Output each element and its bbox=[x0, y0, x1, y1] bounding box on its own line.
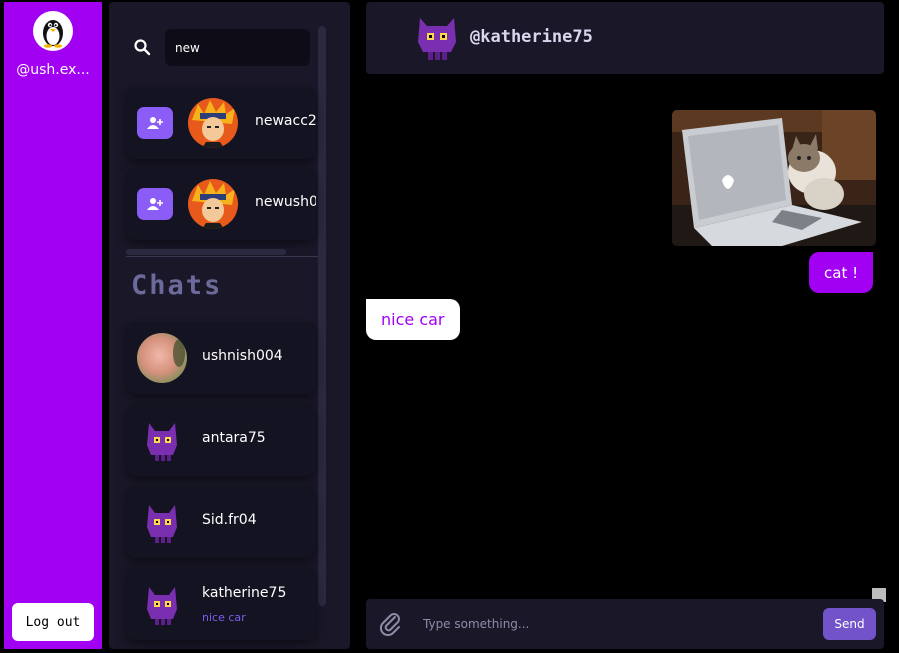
results-scrollbar[interactable] bbox=[126, 249, 286, 255]
avatar bbox=[137, 333, 187, 383]
panel-scrollbar[interactable] bbox=[318, 26, 326, 606]
add-user-icon bbox=[147, 198, 163, 210]
anime-avatar-icon bbox=[188, 98, 238, 148]
add-friend-button[interactable] bbox=[137, 188, 173, 220]
cat-laptop-image bbox=[672, 110, 876, 246]
chat-name: antara75 bbox=[202, 430, 266, 446]
current-username: @ush.ex... bbox=[16, 62, 90, 78]
chat-last-message: nice car bbox=[202, 611, 246, 624]
search-result-name: newacc2 bbox=[255, 113, 316, 129]
chat-name: katherine75 bbox=[202, 585, 287, 601]
add-user-icon bbox=[147, 117, 163, 129]
divider bbox=[126, 256, 318, 257]
skull-cat-icon bbox=[147, 505, 177, 543]
chat-list-item[interactable]: Sid.fr04 bbox=[126, 486, 316, 558]
skull-cat-icon bbox=[147, 587, 177, 625]
conversation-title: @katherine75 bbox=[470, 27, 593, 47]
add-friend-button[interactable] bbox=[137, 107, 173, 139]
chat-list-item[interactable]: ushnish004 bbox=[126, 322, 316, 394]
avatar bbox=[137, 497, 187, 547]
send-button[interactable]: Send bbox=[823, 608, 876, 640]
avatar bbox=[188, 98, 238, 148]
conversation-header: @katherine75 bbox=[366, 2, 884, 74]
search-result[interactable]: newush0 bbox=[126, 168, 316, 240]
contacts-panel: newacc2 bbox=[109, 2, 350, 649]
user-avatar[interactable] bbox=[33, 11, 73, 51]
incoming-message: nice car bbox=[366, 299, 460, 340]
message-composer: Send bbox=[366, 599, 884, 649]
avatar bbox=[137, 579, 187, 629]
avatar bbox=[188, 179, 238, 229]
skull-cat-icon bbox=[147, 423, 177, 461]
search-result[interactable]: newacc2 bbox=[126, 87, 316, 159]
search-icon bbox=[133, 38, 151, 56]
chat-list-item[interactable]: antara75 bbox=[126, 404, 316, 476]
message-image[interactable] bbox=[672, 110, 876, 246]
chats-heading: Chats bbox=[131, 270, 223, 301]
logout-button[interactable]: Log out bbox=[12, 603, 94, 641]
penguin-icon bbox=[43, 20, 63, 48]
avatar bbox=[137, 415, 187, 465]
chat-app: @ush.ex... Log out new newacc2 newush0 C… bbox=[0, 0, 899, 653]
message-input[interactable] bbox=[413, 609, 813, 639]
chat-name: ushnish004 bbox=[202, 348, 283, 364]
chat-name: Sid.fr04 bbox=[202, 512, 257, 528]
chat-list-item[interactable]: katherine75 nice car bbox=[126, 568, 316, 640]
outgoing-message: cat ! bbox=[809, 252, 874, 293]
anime-avatar-icon bbox=[188, 179, 238, 229]
user-sidebar: @ush.ex... Log out bbox=[4, 2, 102, 649]
photo-avatar-icon bbox=[137, 333, 187, 383]
paperclip-icon[interactable] bbox=[378, 611, 404, 637]
search-result-name: newush0 bbox=[255, 194, 316, 210]
search-input[interactable] bbox=[165, 29, 310, 66]
avatar bbox=[416, 14, 458, 62]
skull-cat-icon bbox=[418, 18, 456, 60]
